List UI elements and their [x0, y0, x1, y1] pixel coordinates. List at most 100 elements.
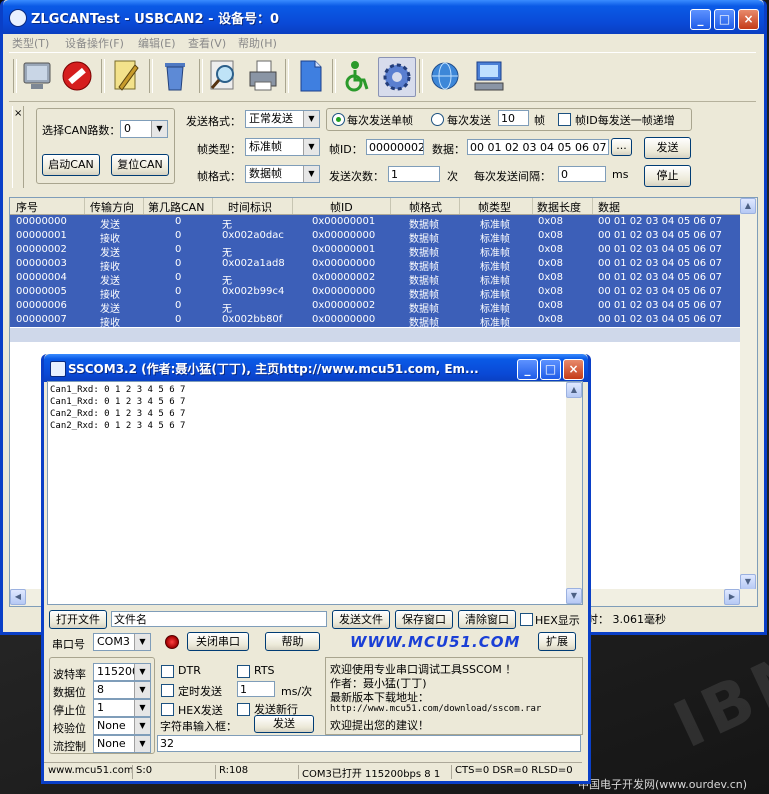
- clear-window-button[interactable]: 清除窗口: [458, 610, 516, 629]
- save-window-button[interactable]: 保存窗口: [395, 610, 453, 629]
- scroll-up-icon[interactable]: ▲: [566, 382, 582, 398]
- col-header-index[interactable]: 序号: [16, 199, 38, 215]
- col-header-frame-format[interactable]: 帧格式: [409, 199, 442, 215]
- send-string-field[interactable]: 32: [157, 735, 581, 752]
- send-format-select[interactable]: 正常发送 ▼: [245, 110, 320, 128]
- close-port-button[interactable]: 关闭串口: [187, 632, 249, 651]
- frame-type-select[interactable]: 标准帧 ▼: [245, 138, 320, 156]
- expand-button[interactable]: 扩展: [538, 632, 576, 651]
- send-button[interactable]: 发送: [644, 137, 691, 159]
- trash-icon[interactable]: [157, 57, 193, 95]
- table-row[interactable]: 00000006 发送 0 无 0x00000002 数据帧 标准帧 0x08 00 01 02…: [10, 299, 741, 315]
- inc-id-checkbox[interactable]: [558, 113, 571, 126]
- receive-terminal[interactable]: Can1_Rxd: 0 1 2 3 4 5 6 7 Can1_Rxd: 0 1 …: [47, 381, 583, 605]
- menu-view[interactable]: 查看(V): [188, 35, 226, 51]
- column-divider[interactable]: [532, 198, 533, 214]
- minimize-icon[interactable]: _: [690, 9, 711, 30]
- computer-icon[interactable]: [471, 57, 507, 95]
- grid-vertical-scrollbar[interactable]: ▲ ▼: [740, 198, 757, 590]
- port-select[interactable]: COM3 ▼: [93, 633, 151, 651]
- col-header-channel[interactable]: 第几路CAN: [148, 199, 204, 215]
- stop-button[interactable]: 停止: [644, 165, 691, 187]
- accessibility-icon[interactable]: [339, 57, 375, 95]
- document-icon[interactable]: [292, 57, 328, 95]
- dtr-checkbox[interactable]: [161, 665, 174, 678]
- download-link[interactable]: http://www.mcu51.com/download/sscom.rar: [330, 704, 541, 714]
- col-header-direction[interactable]: 传输方向: [90, 199, 134, 215]
- timed-interval-field[interactable]: 1: [237, 681, 275, 697]
- main-titlebar[interactable]: ZLGCANTest - USBCAN2 - 设备号：0 _ □ ×: [3, 0, 764, 34]
- panel-grip[interactable]: ×: [12, 106, 24, 188]
- terminal-scrollbar[interactable]: ▲ ▼: [566, 382, 582, 604]
- scroll-up-icon[interactable]: ▲: [740, 198, 756, 214]
- frame-id-field[interactable]: 00000002: [366, 139, 424, 155]
- table-row[interactable]: 00000000 发送 0 无 0x00000001 数据帧 标准帧 0x08 00 01 02…: [10, 215, 741, 231]
- column-divider[interactable]: [292, 198, 293, 214]
- menu-device[interactable]: 设备操作(F): [65, 35, 124, 51]
- data-ellipsis-button[interactable]: ...: [611, 138, 632, 156]
- col-header-frame-type[interactable]: 帧类型: [478, 199, 511, 215]
- start-can-button[interactable]: 启动CAN: [42, 154, 100, 176]
- printer-icon[interactable]: [245, 57, 281, 95]
- stopbits-select[interactable]: 1 ▼: [93, 699, 151, 717]
- send-multi-radio[interactable]: [431, 113, 444, 126]
- table-row[interactable]: 00000007 接收 0 0x002bb80f 0x00000000 数据帧 标准帧 0x0…: [10, 313, 741, 329]
- reset-can-button[interactable]: 复位CAN: [111, 154, 169, 176]
- file-name-field[interactable]: 文件名: [111, 611, 327, 627]
- table-row[interactable]: 00000002 发送 0 无 0x00000001 数据帧 标准帧 0x08 00 01 02…: [10, 243, 741, 259]
- send-file-button[interactable]: 发送文件: [332, 610, 390, 629]
- frame-format-select[interactable]: 数据帧 ▼: [245, 165, 320, 183]
- data-field[interactable]: 00 01 02 03 04 05 06 07: [467, 139, 609, 155]
- flow-select[interactable]: None ▼: [93, 735, 151, 753]
- close-icon[interactable]: ×: [738, 9, 759, 30]
- sscom-send-button[interactable]: 发送: [254, 715, 314, 733]
- open-file-button[interactable]: 打开文件: [49, 610, 107, 629]
- rts-checkbox[interactable]: [237, 665, 250, 678]
- pencil-icon[interactable]: [107, 57, 143, 95]
- monitor-icon[interactable]: [19, 57, 55, 95]
- table-row[interactable]: 00000005 接收 0 0x002b99c4 0x00000000 数据帧 标准帧 0x0…: [10, 285, 741, 301]
- maximize-icon[interactable]: □: [540, 359, 561, 380]
- close-icon[interactable]: ×: [563, 359, 584, 380]
- scroll-down-icon[interactable]: ▼: [740, 574, 756, 590]
- timed-send-checkbox[interactable]: [161, 684, 174, 697]
- column-divider[interactable]: [84, 198, 85, 214]
- menu-type[interactable]: 类型(T): [12, 35, 49, 51]
- col-header-data[interactable]: 数据: [598, 199, 620, 215]
- scroll-right-icon[interactable]: ▶: [724, 589, 740, 605]
- pin-icon[interactable]: ×: [14, 109, 22, 119]
- column-divider[interactable]: [592, 198, 593, 214]
- col-header-frame-id[interactable]: 帧ID: [330, 199, 353, 215]
- scroll-down-icon[interactable]: ▼: [566, 588, 582, 604]
- interval-field[interactable]: 0: [558, 166, 606, 182]
- col-header-data-length[interactable]: 数据长度: [537, 199, 581, 215]
- help-button[interactable]: 帮助: [265, 632, 320, 651]
- send-count-field[interactable]: 1: [388, 166, 440, 182]
- search-icon[interactable]: [205, 57, 241, 95]
- table-row[interactable]: 00000004 发送 0 无 0x00000002 数据帧 标准帧 0x08 00 01 02…: [10, 271, 741, 287]
- maximize-icon[interactable]: □: [714, 9, 735, 30]
- col-header-timestamp[interactable]: 时间标识: [228, 199, 272, 215]
- gear-icon[interactable]: [378, 57, 416, 97]
- column-divider[interactable]: [390, 198, 391, 214]
- sscom-titlebar[interactable]: SSCOM3.2 (作者:聂小猛(丁丁), 主页http://www.mcu51…: [44, 354, 588, 382]
- parity-select[interactable]: None ▼: [93, 717, 151, 735]
- table-row[interactable]: 00000001 接收 0 0x002a0dac 0x00000000 数据帧 标准帧 0x0…: [10, 229, 741, 245]
- column-divider[interactable]: [143, 198, 144, 214]
- multi-count-field[interactable]: 10: [498, 110, 529, 126]
- minimize-icon[interactable]: _: [517, 359, 538, 380]
- menu-edit[interactable]: 编辑(E): [138, 35, 176, 51]
- column-divider[interactable]: [212, 198, 213, 214]
- send-single-radio[interactable]: [332, 113, 345, 126]
- menu-help[interactable]: 帮助(H): [238, 35, 277, 51]
- column-divider[interactable]: [459, 198, 460, 214]
- stop-icon[interactable]: [59, 57, 95, 95]
- table-row[interactable]: 00000003 接收 0 0x002a1ad8 0x00000000 数据帧 标准帧 0x0…: [10, 257, 741, 273]
- databits-select[interactable]: 8 ▼: [93, 681, 151, 699]
- brand-link[interactable]: WWW.MCU51.COM: [350, 633, 520, 651]
- hex-send-checkbox[interactable]: [161, 703, 174, 716]
- hex-display-checkbox[interactable]: [520, 613, 533, 626]
- channel-select[interactable]: 0 ▼: [120, 120, 168, 138]
- baud-select[interactable]: 115200 ▼: [93, 663, 151, 681]
- scroll-left-icon[interactable]: ◀: [10, 589, 26, 605]
